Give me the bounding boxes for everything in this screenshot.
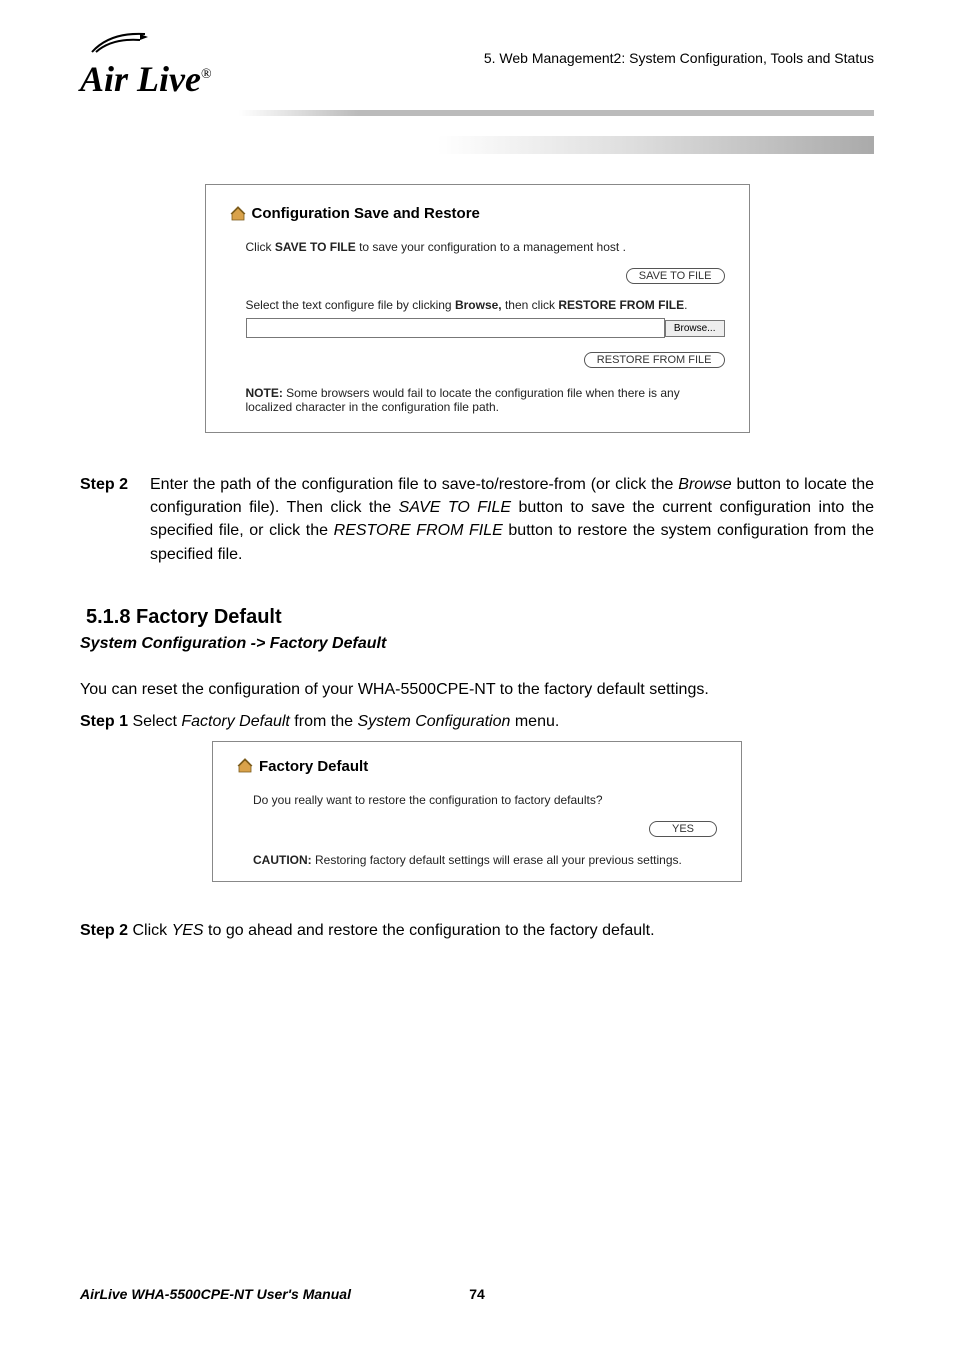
page-number: 74 [469, 1286, 485, 1302]
registered-mark: ® [201, 67, 212, 82]
step-label: Step 2 [80, 473, 150, 566]
home-icon [230, 206, 246, 222]
brand-logo: Air Live® [80, 30, 212, 100]
header-divider [80, 110, 874, 116]
config-save-restore-panel: Configuration Save and Restore Click SAV… [205, 184, 750, 433]
home-icon [237, 758, 253, 774]
section-heading: 5.1.8 Factory Default [86, 606, 874, 629]
file-path-input[interactable] [246, 318, 665, 338]
panel-title: Factory Default [259, 758, 368, 775]
step1-factory-default: Step 1 Select Factory Default from the S… [80, 713, 874, 731]
panel-title: Configuration Save and Restore [252, 205, 480, 222]
nav-path: System Configuration -> Factory Default [80, 635, 874, 653]
yes-button[interactable]: YES [649, 821, 717, 837]
save-to-file-button[interactable]: SAVE TO FILE [626, 268, 725, 284]
footer-title: AirLive WHA-5500CPE-NT User's Manual [80, 1286, 351, 1302]
step2-save-restore: Step 2 Enter the path of the configurati… [80, 473, 874, 566]
caution-text: CAUTION: Restoring factory default setti… [253, 853, 717, 867]
save-instruction: Click SAVE TO FILE to save your configur… [246, 240, 725, 254]
browse-button[interactable]: Browse... [665, 320, 725, 337]
step2-factory-default: Step 2 Click YES to go ahead and restore… [80, 922, 874, 940]
restore-instruction: Select the text configure file by clicki… [246, 298, 725, 312]
logo-text: Air Live [80, 59, 201, 99]
header-divider-2 [80, 136, 874, 154]
confirm-question: Do you really want to restore the config… [253, 793, 717, 807]
logo-swoosh-icon [90, 30, 150, 56]
factory-default-panel: Factory Default Do you really want to re… [212, 741, 742, 882]
note-text: NOTE: Some browsers would fail to locate… [246, 386, 725, 414]
chapter-header: 5. Web Management2: System Configuration… [484, 30, 874, 66]
restore-from-file-button[interactable]: RESTORE FROM FILE [584, 352, 725, 368]
section-description: You can reset the configuration of your … [80, 681, 874, 699]
